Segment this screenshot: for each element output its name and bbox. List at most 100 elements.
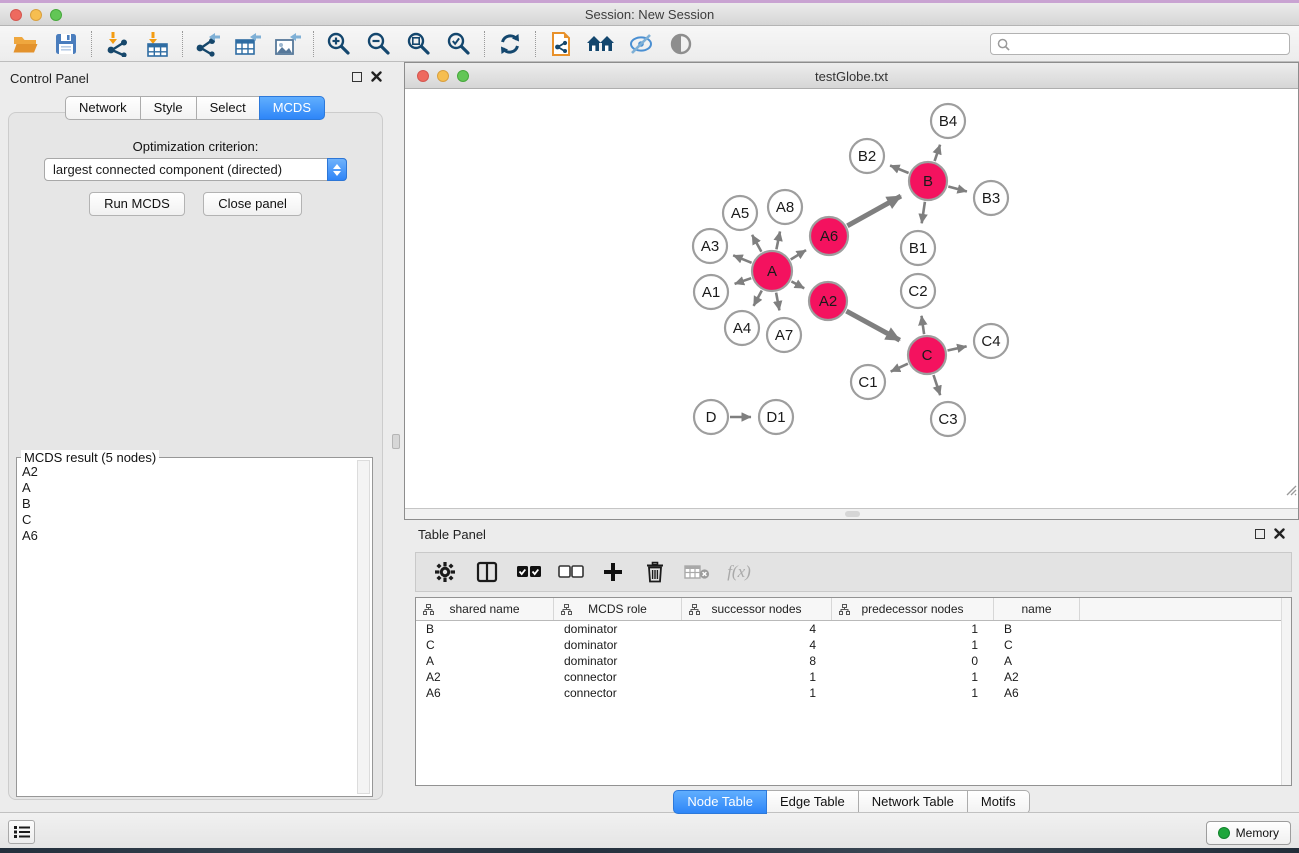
table-row[interactable]: Bdominator41B — [416, 621, 1291, 637]
import-network-icon[interactable] — [97, 28, 137, 60]
column-header-name[interactable]: name — [994, 598, 1080, 620]
graph-edge-C-C4[interactable] — [948, 346, 967, 350]
criterion-dropdown[interactable]: largest connected component (directed) — [44, 158, 347, 181]
graph-edge-C-C1[interactable] — [891, 364, 908, 372]
graph-node-A7[interactable]: A7 — [767, 318, 801, 352]
zoom-in-icon[interactable] — [319, 28, 359, 60]
tab-network-table[interactable]: Network Table — [858, 790, 968, 814]
graph-node-B2[interactable]: B2 — [850, 139, 884, 173]
graph-edge-B-B3[interactable] — [948, 187, 967, 192]
show-columns-icon[interactable] — [472, 557, 502, 587]
graph-node-A8[interactable]: A8 — [768, 190, 802, 224]
network-file-icon[interactable] — [541, 28, 581, 60]
graph-node-C[interactable]: C — [908, 336, 946, 374]
graph-edge-A-A1[interactable] — [735, 278, 752, 284]
graph-node-A6[interactable]: A6 — [810, 217, 848, 255]
graph-node-A4[interactable]: A4 — [725, 311, 759, 345]
add-entry-icon[interactable] — [598, 557, 628, 587]
show-graphics-details-icon[interactable] — [661, 28, 701, 60]
close-panel-icon[interactable] — [371, 71, 382, 82]
resize-grip[interactable] — [1285, 484, 1297, 496]
float-table-panel-icon[interactable] — [1255, 529, 1265, 539]
graph-edge-A-A4[interactable] — [754, 291, 762, 306]
mcds-result-item[interactable]: A2 — [19, 464, 355, 480]
tab-network[interactable]: Network — [65, 96, 141, 120]
column-header-shared-name[interactable]: shared name — [416, 598, 554, 620]
graph-node-A2[interactable]: A2 — [809, 282, 847, 320]
graph-node-C1[interactable]: C1 — [851, 365, 885, 399]
delete-table-icon[interactable] — [682, 557, 712, 587]
network-hscroll-thumb[interactable] — [845, 511, 860, 517]
hide-graphics-details-icon[interactable] — [621, 28, 661, 60]
mcds-result-item[interactable]: B — [19, 496, 355, 512]
table-row[interactable]: Cdominator41C — [416, 637, 1291, 653]
graph-edge-A-A7[interactable] — [776, 293, 779, 311]
mcds-result-item[interactable]: C — [19, 512, 355, 528]
divider-scroll-thumb[interactable] — [392, 434, 400, 449]
table-row[interactable]: Adominator80A — [416, 653, 1291, 669]
network-canvas[interactable]: A A6 A2 B C A5 A8 A3 A1A4A7 B2 B4 B3 B1 C2 C4 C1 C3 D D1 — [405, 89, 1298, 508]
column-header-successor-nodes[interactable]: successor nodes — [682, 598, 832, 620]
export-image-icon[interactable] — [268, 28, 308, 60]
graph-node-B4[interactable]: B4 — [931, 104, 965, 138]
deselect-all-checkboxes-icon[interactable] — [556, 557, 586, 587]
zoom-fit-icon[interactable] — [399, 28, 439, 60]
task-history-button[interactable] — [8, 820, 35, 844]
graph-edge-A2-C[interactable] — [846, 311, 899, 340]
zoom-out-icon[interactable] — [359, 28, 399, 60]
open-folder-icon[interactable] — [6, 28, 46, 60]
graph-node-B[interactable]: B — [909, 162, 947, 200]
graph-node-A[interactable]: A — [752, 251, 792, 291]
graph-edge-C-C2[interactable] — [922, 316, 925, 334]
float-panel-icon[interactable] — [352, 72, 362, 82]
tab-select[interactable]: Select — [196, 96, 260, 120]
graph-node-B3[interactable]: B3 — [974, 181, 1008, 215]
close-table-panel-icon[interactable] — [1274, 528, 1285, 539]
tab-motifs[interactable]: Motifs — [967, 790, 1030, 814]
table-row[interactable]: A2connector11A2 — [416, 669, 1291, 685]
graph-edge-A-A5[interactable] — [752, 235, 761, 252]
export-network-icon[interactable] — [188, 28, 228, 60]
tab-style[interactable]: Style — [140, 96, 197, 120]
graph-edge-B-B1[interactable] — [922, 202, 925, 224]
graph-node-D1[interactable]: D1 — [759, 400, 793, 434]
run-mcds-button[interactable]: Run MCDS — [89, 192, 185, 216]
import-table-icon[interactable] — [137, 28, 177, 60]
graph-edge-A-A8[interactable] — [776, 232, 780, 250]
graph-edge-A-A2[interactable] — [791, 281, 804, 288]
table-row[interactable]: A6connector11A6 — [416, 685, 1291, 701]
column-header-predecessor-nodes[interactable]: predecessor nodes — [832, 598, 994, 620]
graph-node-A5[interactable]: A5 — [723, 196, 757, 230]
graph-node-C3[interactable]: C3 — [931, 402, 965, 436]
memory-button[interactable]: Memory — [1206, 821, 1291, 845]
save-session-icon[interactable] — [46, 28, 86, 60]
mcds-result-item[interactable]: A — [19, 480, 355, 496]
table-vertical-scrollbar[interactable] — [1281, 598, 1291, 785]
tab-edge-table[interactable]: Edge Table — [766, 790, 859, 814]
table-settings-gear-icon[interactable] — [430, 557, 460, 587]
zoom-selected-icon[interactable] — [439, 28, 479, 60]
search-input[interactable] — [1014, 37, 1289, 51]
refresh-view-icon[interactable] — [490, 28, 530, 60]
graph-edge-B-B2[interactable] — [890, 166, 909, 174]
select-all-checkboxes-icon[interactable] — [514, 557, 544, 587]
tab-mcds[interactable]: MCDS — [259, 96, 325, 120]
graph-node-A1[interactable]: A1 — [694, 275, 728, 309]
graph-edge-A6-B[interactable] — [847, 196, 901, 226]
close-panel-button[interactable]: Close panel — [203, 192, 302, 216]
tab-node-table[interactable]: Node Table — [673, 790, 767, 814]
function-builder-icon[interactable]: f(x) — [724, 557, 754, 587]
graph-node-A3[interactable]: A3 — [693, 229, 727, 263]
export-table-icon[interactable] — [228, 28, 268, 60]
graph-edge-A-A3[interactable] — [733, 255, 751, 262]
graph-node-C2[interactable]: C2 — [901, 274, 935, 308]
home-views-icon[interactable] — [581, 28, 621, 60]
graph-edge-C-C3[interactable] — [934, 375, 941, 395]
network-horizontal-scrollbar[interactable] — [405, 508, 1298, 519]
mcds-result-item[interactable]: A6 — [19, 528, 355, 544]
column-header-MCDS-role[interactable]: MCDS role — [554, 598, 682, 620]
delete-entries-trash-icon[interactable] — [640, 557, 670, 587]
graph-node-D[interactable]: D — [694, 400, 728, 434]
graph-node-C4[interactable]: C4 — [974, 324, 1008, 358]
graph-node-B1[interactable]: B1 — [901, 231, 935, 265]
